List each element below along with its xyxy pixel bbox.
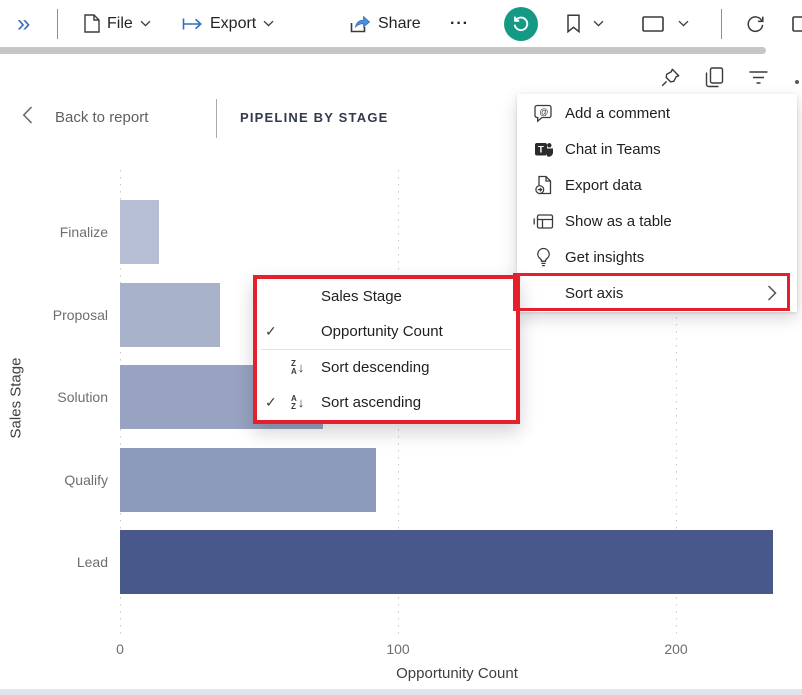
menu-item-label: Export data [565, 177, 642, 194]
sort-ascending-icon: AZ ↓ [291, 395, 321, 410]
refresh-button[interactable] [746, 0, 765, 47]
view-rectangle-icon [642, 16, 664, 32]
sort-descending-icon: ZA ↓ [291, 360, 321, 375]
file-menu-button[interactable]: File [84, 0, 151, 47]
x-tick-label: 200 [664, 641, 687, 657]
bookmark-icon [566, 14, 581, 33]
collapse-pane-button[interactable]: » [17, 0, 30, 47]
submenu-item-sales-stage[interactable]: Sales Stage [257, 279, 516, 314]
submenu-item-sort-ascending[interactable]: ✓ AZ ↓ Sort ascending [257, 385, 516, 420]
category-label-proposal: Proposal [0, 283, 108, 347]
export-arrow-icon [182, 17, 203, 31]
x-tick-label: 100 [386, 641, 409, 657]
visual-context-menu: @ Add a comment T Chat in Teams Export d… [517, 94, 797, 312]
x-tick-label: 0 [116, 641, 124, 657]
teams-icon: T [533, 140, 554, 159]
submenu-item-label: Sort ascending [321, 394, 421, 411]
bar-proposal[interactable] [120, 283, 220, 347]
submenu-item-opportunity-count[interactable]: ✓ Opportunity Count [257, 314, 516, 349]
bar-finalize[interactable] [120, 200, 159, 264]
sort-axis-submenu: Sales Stage ✓ Opportunity Count ZA ↓ Sor… [253, 275, 520, 424]
menu-item-chat-in-teams[interactable]: T Chat in Teams [517, 131, 797, 167]
submenu-chevron-right-icon [767, 285, 785, 301]
reset-icon [504, 7, 538, 41]
export-data-icon [533, 175, 554, 195]
toolbar-divider [57, 9, 58, 39]
chevron-down-icon [140, 20, 151, 27]
menu-item-add-comment[interactable]: @ Add a comment [517, 95, 797, 131]
submenu-item-label: Sales Stage [321, 288, 402, 305]
comment-icon: @ [533, 104, 554, 123]
check-icon: ✓ [265, 394, 291, 411]
bookmark-button[interactable] [566, 0, 604, 47]
view-button[interactable] [642, 0, 689, 47]
reset-button[interactable] [504, 0, 538, 47]
check-icon: ✓ [265, 323, 291, 340]
submenu-item-sort-descending[interactable]: ZA ↓ Sort descending [257, 350, 516, 385]
horizontal-scrollbar[interactable] [0, 47, 766, 54]
share-label: Share [378, 15, 421, 33]
category-label-lead: Lead [0, 530, 108, 594]
file-page-icon [84, 14, 100, 33]
bottom-edge-strip [0, 689, 802, 695]
lightbulb-icon [533, 247, 554, 267]
file-label: File [107, 15, 133, 33]
chevron-down-icon [263, 20, 274, 27]
category-labels: Finalize Proposal Solution Qualify Lead [0, 170, 108, 638]
bar-qualify[interactable] [120, 448, 376, 512]
menu-item-label: Chat in Teams [565, 141, 661, 158]
submenu-item-label: Sort descending [321, 359, 429, 376]
menu-item-get-insights[interactable]: Get insights [517, 239, 797, 275]
svg-text:@: @ [539, 107, 548, 117]
top-toolbar: » File Export Share [0, 0, 802, 47]
export-menu-button[interactable]: Export [182, 0, 274, 47]
export-label: Export [210, 15, 256, 33]
refresh-icon [746, 14, 765, 33]
category-label-qualify: Qualify [0, 448, 108, 512]
submenu-item-label: Opportunity Count [321, 323, 443, 340]
menu-item-export-data[interactable]: Export data [517, 167, 797, 203]
table-icon [533, 213, 554, 230]
category-label-finalize: Finalize [0, 200, 108, 264]
more-icon: ··· [450, 15, 469, 33]
category-label-solution: Solution [0, 365, 108, 429]
toolbar-divider [721, 9, 722, 39]
menu-item-label: Get insights [565, 249, 644, 266]
share-button[interactable]: Share [349, 0, 421, 47]
menu-item-label: Add a comment [565, 105, 670, 122]
more-options-button[interactable]: ··· [450, 0, 469, 47]
share-icon [349, 14, 371, 34]
svg-text:T: T [538, 144, 544, 155]
menu-item-show-as-table[interactable]: Show as a table [517, 203, 797, 239]
chevron-down-icon [593, 20, 604, 27]
menu-item-label: Show as a table [565, 213, 672, 230]
menu-item-sort-axis[interactable]: Sort axis [517, 275, 797, 311]
x-axis-title: Opportunity Count [396, 665, 518, 682]
powerbi-focus-mode-screen: » File Export Share [0, 0, 802, 695]
menu-item-label: Sort axis [565, 285, 623, 302]
bar-lead[interactable] [120, 530, 773, 594]
chevron-down-icon [678, 20, 689, 27]
collapse-double-chevron-icon: » [17, 12, 30, 36]
clipped-toolbar-button[interactable] [792, 0, 802, 47]
window-icon [792, 15, 802, 33]
